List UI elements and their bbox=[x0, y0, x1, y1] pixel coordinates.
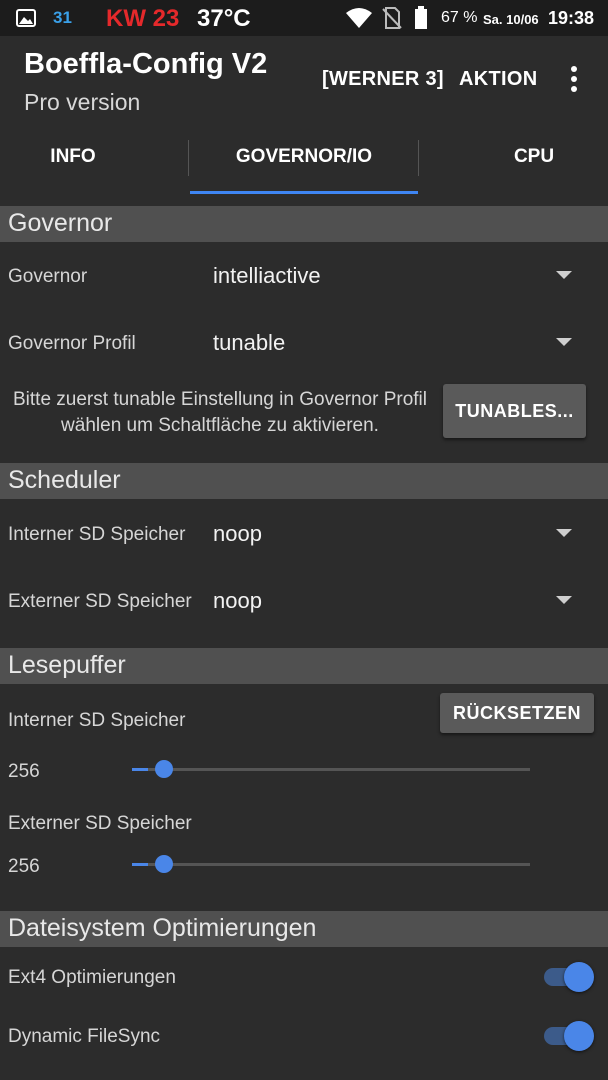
tab-governor-io[interactable]: GOVERNOR/IO bbox=[190, 146, 418, 168]
overflow-menu-icon[interactable] bbox=[566, 66, 582, 94]
section-header-filesystem: Dateisystem Optimierungen bbox=[0, 911, 608, 947]
governor-profile-label: Governor Profil bbox=[8, 333, 136, 354]
tab-info[interactable]: INFO bbox=[0, 146, 146, 168]
governor-label: Governor bbox=[8, 266, 88, 287]
app-subtitle: Pro version bbox=[24, 89, 141, 115]
slider-thumb[interactable] bbox=[155, 760, 173, 778]
no-sim-icon bbox=[382, 7, 402, 29]
date-label: Sa. 10/06 bbox=[483, 12, 539, 27]
scheduler-internal-select[interactable]: noop bbox=[213, 521, 262, 547]
readahead-external-slider[interactable] bbox=[132, 855, 530, 873]
status-bar: 31 KW 23 37°C 67 % Sa. 10/06 19:38 bbox=[0, 0, 608, 36]
governor-select[interactable]: intelliactive bbox=[213, 263, 321, 289]
ext4-label: Ext4 Optimierungen bbox=[8, 967, 176, 988]
scheduler-external-label: Externer SD Speicher bbox=[8, 591, 192, 612]
slider-fill bbox=[132, 863, 148, 866]
readahead-external-label: Externer SD Speicher bbox=[8, 813, 192, 834]
profile-action-button[interactable]: [WERNER 3] bbox=[322, 68, 444, 91]
image-icon bbox=[16, 9, 36, 27]
toggle-thumb bbox=[564, 1021, 594, 1051]
scheduler-external-select[interactable]: noop bbox=[213, 588, 262, 614]
tunables-button[interactable]: TUNABLES... bbox=[443, 384, 586, 438]
section-title: Dateisystem Optimierungen bbox=[8, 914, 317, 942]
chevron-down-icon[interactable] bbox=[556, 596, 572, 604]
tab-cpu[interactable]: CPU bbox=[460, 146, 608, 168]
tunables-hint-text: Bitte zuerst tunable Einstellung in Gove… bbox=[13, 389, 427, 436]
toggle-thumb bbox=[564, 962, 594, 992]
week-label: KW 23 bbox=[106, 5, 180, 32]
governor-profile-select[interactable]: tunable bbox=[213, 330, 285, 356]
tab-divider bbox=[188, 140, 189, 176]
active-tab-indicator bbox=[190, 191, 418, 194]
readahead-external-value: 256 bbox=[8, 856, 40, 877]
readahead-internal-label: Interner SD Speicher bbox=[8, 710, 186, 731]
app-bar: Boeffla-Config V2 Pro version [WERNER 3]… bbox=[0, 36, 608, 200]
scheduler-internal-label: Interner SD Speicher bbox=[8, 524, 186, 545]
notification-count: 31 bbox=[53, 8, 72, 27]
readahead-internal-value: 256 bbox=[8, 761, 40, 782]
readahead-internal-slider[interactable] bbox=[132, 760, 530, 778]
slider-fill bbox=[132, 768, 148, 771]
chevron-down-icon[interactable] bbox=[556, 271, 572, 279]
section-header-governor: Governor bbox=[0, 206, 608, 242]
chevron-down-icon[interactable] bbox=[556, 338, 572, 346]
app-title: Boeffla-Config V2 bbox=[24, 48, 268, 80]
clock: 19:38 bbox=[548, 8, 595, 28]
slider-thumb[interactable] bbox=[155, 855, 173, 873]
section-title: Scheduler bbox=[8, 466, 121, 494]
battery-percent: 67 % bbox=[441, 9, 478, 26]
section-title: Governor bbox=[8, 209, 113, 237]
wifi-icon bbox=[346, 8, 372, 28]
section-header-scheduler: Scheduler bbox=[0, 463, 608, 499]
section-header-readahead: Lesepuffer bbox=[0, 648, 608, 684]
filesync-label: Dynamic FileSync bbox=[8, 1026, 161, 1047]
battery-icon bbox=[415, 6, 427, 29]
temperature-label: 37°C bbox=[197, 5, 251, 32]
reset-button[interactable]: RÜCKSETZEN bbox=[440, 693, 594, 733]
section-title: Lesepuffer bbox=[8, 651, 126, 679]
filesync-toggle[interactable] bbox=[544, 1019, 596, 1053]
tab-divider bbox=[418, 140, 419, 176]
chevron-down-icon[interactable] bbox=[556, 529, 572, 537]
ext4-toggle[interactable] bbox=[544, 960, 596, 994]
action-menu-button[interactable]: AKTION bbox=[459, 68, 537, 91]
